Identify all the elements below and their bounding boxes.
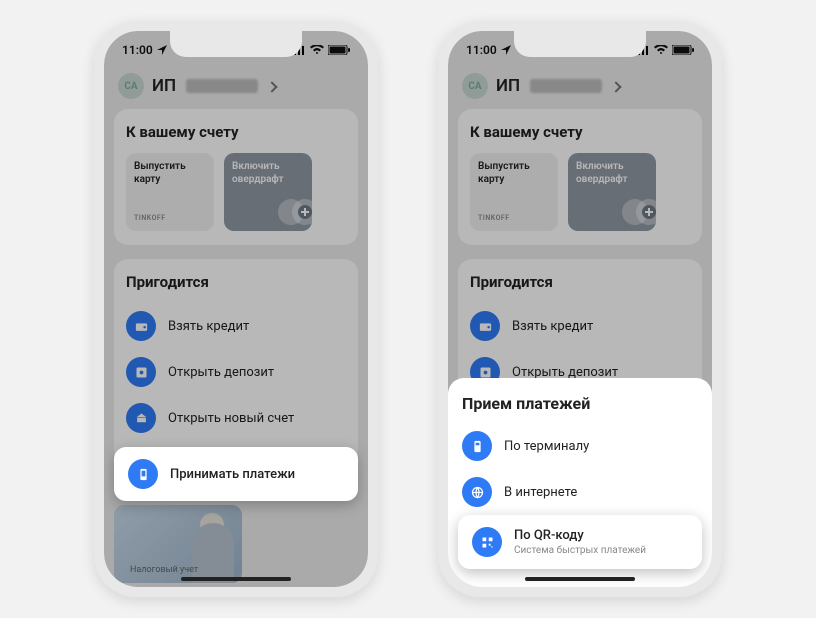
brand-label: TINKOFF (478, 214, 510, 223)
bank-icon (126, 403, 156, 433)
sheet-item-internet[interactable]: В интернете (462, 469, 698, 515)
useful-section-title: Пригодится (470, 273, 690, 291)
avatar: СА (118, 73, 144, 99)
tile-issue-card[interactable]: Выпустить карту TINKOFF (470, 153, 558, 231)
wallet-icon (470, 311, 500, 341)
battery-icon (672, 45, 694, 55)
avatar: СА (462, 73, 488, 99)
header-prefix: ИП (152, 76, 176, 96)
list-item-credit[interactable]: Взять кредит (126, 303, 346, 349)
battery-icon (328, 45, 350, 55)
overdraft-graphic (278, 199, 318, 225)
header-prefix: ИП (496, 76, 520, 96)
tile-issue-card[interactable]: Выпустить карту TINKOFF (126, 153, 214, 231)
sheet-item-qr[interactable]: По QR-коду Система быстрых платежей (458, 515, 702, 569)
tile-overdraft[interactable]: Включить овердрафт (224, 153, 312, 231)
payments-icon (128, 459, 158, 489)
promo-figure (200, 513, 224, 537)
account-card: К вашему счету Выпустить карту TINKOFF В… (458, 109, 702, 245)
account-card: К вашему счету Выпустить карту TINKOFF В… (114, 109, 358, 245)
home-indicator[interactable] (181, 577, 291, 581)
brand-label: TINKOFF (134, 214, 166, 223)
home-indicator[interactable] (525, 577, 635, 581)
overdraft-graphic (622, 199, 662, 225)
wifi-icon (310, 45, 324, 55)
account-section-title: К вашему счету (126, 123, 346, 141)
phone-right: 11:00 СА ИП К вашему счету Выпустить (438, 21, 722, 597)
plus-icon (642, 205, 656, 219)
location-icon (501, 45, 511, 55)
chevron-right-icon (266, 81, 277, 92)
account-header[interactable]: СА ИП (448, 69, 712, 109)
list-item-new-account[interactable]: Открыть новый счет (126, 395, 346, 441)
promo-caption: Налоговый учет (130, 565, 366, 575)
screen: 11:00 СА ИП К вашему счету Выпустить (448, 31, 712, 587)
phone-left: 11:00 СА ИП К вашему счету Выпустить (94, 21, 378, 597)
list-item-accept-payments[interactable]: Принимать платежи (114, 447, 358, 501)
globe-icon (462, 477, 492, 507)
notch (170, 31, 302, 57)
status-time: 11:00 (122, 43, 153, 57)
terminal-icon (462, 431, 492, 461)
qr-icon (472, 527, 502, 557)
chevron-right-icon (610, 81, 621, 92)
safe-icon (126, 357, 156, 387)
list-item-credit[interactable]: Взять кредит (470, 303, 690, 349)
plus-icon (298, 205, 312, 219)
tile-overdraft[interactable]: Включить овердрафт (568, 153, 656, 231)
account-header[interactable]: СА ИП (104, 69, 368, 109)
list-item-deposit[interactable]: Открыть депозит (126, 349, 346, 395)
account-section-title: К вашему счету (470, 123, 690, 141)
status-time: 11:00 (466, 43, 497, 57)
useful-section-title: Пригодится (126, 273, 346, 291)
wallet-icon (126, 311, 156, 341)
sheet-item-terminal[interactable]: По терминалу (462, 423, 698, 469)
wifi-icon (654, 45, 668, 55)
location-icon (157, 45, 167, 55)
sheet-title: Прием платежей (462, 394, 698, 413)
screen: 11:00 СА ИП К вашему счету Выпустить (104, 31, 368, 587)
header-name-blurred (530, 79, 602, 93)
notch (514, 31, 646, 57)
header-name-blurred (186, 79, 258, 93)
